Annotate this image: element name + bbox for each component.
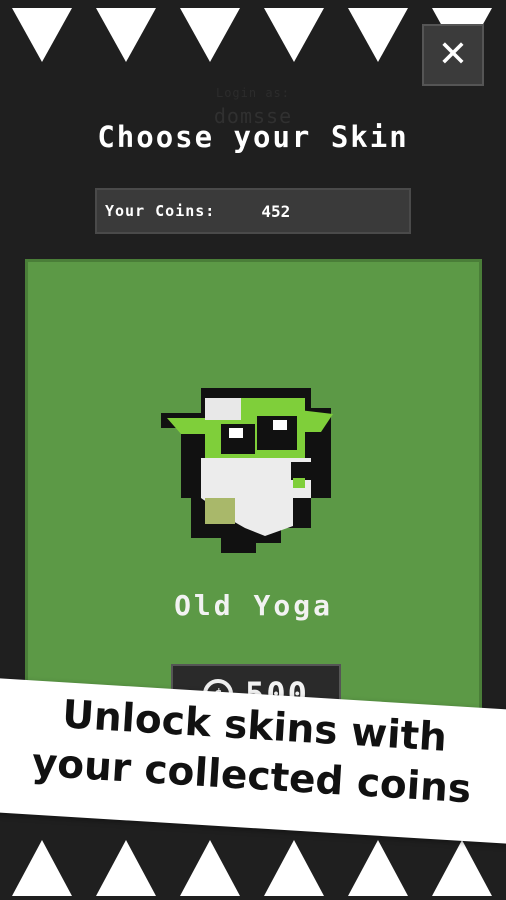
coins-bar: Your Coins: 452 xyxy=(95,188,411,234)
skin-character-icon xyxy=(161,388,341,562)
page-title: Choose your Skin xyxy=(97,120,409,154)
coins-value: 452 xyxy=(261,201,291,221)
skin-name: Old Yoga xyxy=(174,589,333,622)
login-label: Login as: xyxy=(215,86,291,100)
close-icon: ✕ xyxy=(437,34,469,75)
close-button[interactable]: ✕ xyxy=(422,24,484,86)
coins-label: Your Coins: xyxy=(105,202,216,220)
